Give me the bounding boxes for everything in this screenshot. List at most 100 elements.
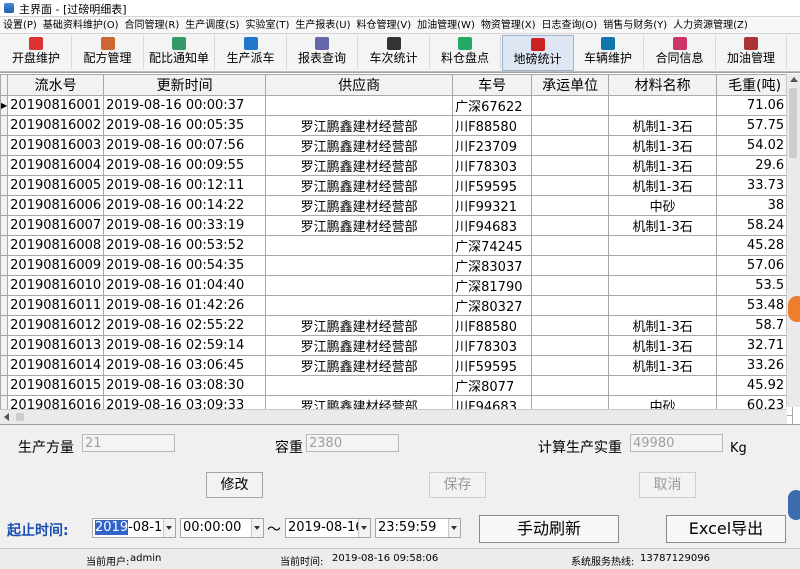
table-row[interactable]: 20190816010 2019-08-16 01:04:40 广深81790 53.… (0, 275, 794, 296)
table-cell[interactable]: 广深67622 (452, 95, 533, 116)
table-cell[interactable]: 2019-08-16 03:06:45 (103, 355, 267, 376)
table-cell[interactable] (531, 355, 610, 376)
table-row[interactable]: 20190816012 2019-08-16 02:55:22 罗江鹏鑫建材经营部川… (0, 315, 794, 336)
vertical-scrollbar[interactable] (786, 74, 800, 407)
table-cell[interactable]: 罗江鹏鑫建材经营部 (265, 115, 454, 136)
toolbar-button[interactable]: 车次统计 (359, 35, 430, 69)
prod-volume-field[interactable]: 21 (82, 434, 175, 452)
menu-item[interactable]: 合同管理(R) (122, 18, 183, 34)
table-cell[interactable]: 2019-08-16 00:07:56 (103, 135, 267, 156)
table-cell[interactable]: 川F94683 (452, 215, 533, 236)
table-cell[interactable] (531, 295, 610, 316)
menu-item[interactable]: 生产报表(U) (292, 18, 353, 34)
table-cell[interactable] (265, 255, 454, 276)
table-cell[interactable] (265, 95, 454, 116)
table-cell[interactable]: 广深74245 (452, 235, 533, 256)
table-cell[interactable]: 32.71 (716, 335, 794, 356)
table-row[interactable]: 20190816005 2019-08-16 00:12:11 罗江鹏鑫建材经营部川… (0, 175, 794, 196)
table-cell[interactable] (531, 315, 610, 336)
table-cell[interactable] (608, 375, 718, 396)
table-cell[interactable]: 广深8077 (452, 375, 533, 396)
table-cell[interactable]: 58.24 (716, 215, 794, 236)
table-cell[interactable]: 机制1-3石 (608, 135, 718, 156)
table-cell[interactable]: 2019-08-16 00:00:37 (103, 95, 267, 116)
column-header[interactable]: 毛重(吨) (716, 74, 794, 96)
toolbar-button[interactable]: 配比通知单 (144, 35, 215, 69)
table-row[interactable]: 20190816015 2019-08-16 03:08:30 广深8077 45.9… (0, 375, 794, 396)
table-cell[interactable]: 机制1-3石 (608, 355, 718, 376)
table-row[interactable]: 20190816009 2019-08-16 00:54:35 广深83037 57.… (0, 255, 794, 276)
table-cell[interactable]: 33.73 (716, 175, 794, 196)
table-cell[interactable]: 2019-08-16 00:05:35 (103, 115, 267, 136)
table-cell[interactable]: 广深81790 (452, 275, 533, 296)
table-cell[interactable]: 机制1-3石 (608, 215, 718, 236)
row-header[interactable] (0, 235, 9, 256)
row-header[interactable] (0, 175, 9, 196)
row-header[interactable] (0, 355, 9, 376)
table-cell[interactable]: 川F88580 (452, 115, 533, 136)
table-cell[interactable]: 川F23709 (452, 135, 533, 156)
table-cell[interactable]: 机制1-3石 (608, 175, 718, 196)
table-cell[interactable]: 川F78303 (452, 155, 533, 176)
menu-item[interactable]: 人力资源管理(Z) (670, 18, 751, 34)
toolbar-button[interactable]: 地磅统计 (501, 35, 574, 71)
table-cell[interactable]: 2019-08-16 00:33:19 (103, 215, 267, 236)
table-cell[interactable]: 罗江鹏鑫建材经营部 (265, 335, 454, 356)
floating-handle-icon[interactable] (788, 296, 800, 322)
menu-item[interactable]: 设置(P) (0, 18, 40, 34)
toolbar-button[interactable]: 车辆维护 (573, 35, 644, 69)
table-cell[interactable]: 2019-08-16 02:55:22 (103, 315, 267, 336)
table-cell[interactable]: 71.06 (716, 95, 794, 116)
scroll-up-icon[interactable] (790, 77, 798, 82)
table-row[interactable]: ▶ 20190816001 2019-08-16 00:00:37 广深67622 71… (0, 95, 794, 116)
toolbar-button[interactable]: 报表查询 (287, 35, 358, 69)
end-date-picker[interactable]: 2019-08-16 (285, 518, 371, 538)
table-cell[interactable]: 罗江鹏鑫建材经营部 (265, 195, 454, 216)
table-row[interactable]: 20190816007 2019-08-16 00:33:19 罗江鹏鑫建材经营部川… (0, 215, 794, 236)
table-cell[interactable]: 45.28 (716, 235, 794, 256)
table-cell[interactable]: 2019-08-16 01:42:26 (103, 295, 267, 316)
refresh-button[interactable]: 手动刷新 (479, 515, 619, 543)
table-cell[interactable]: 20190816007 (7, 215, 105, 236)
table-cell[interactable]: 罗江鹏鑫建材经营部 (265, 215, 454, 236)
row-header[interactable] (0, 275, 9, 296)
table-cell[interactable]: 川F99321 (452, 195, 533, 216)
table-cell[interactable]: 20190816014 (7, 355, 105, 376)
table-cell[interactable]: 广深80327 (452, 295, 533, 316)
table-cell[interactable] (265, 275, 454, 296)
toolbar-button[interactable]: 加油管理 (716, 35, 787, 69)
table-cell[interactable]: 20190816015 (7, 375, 105, 396)
table-cell[interactable]: 2019-08-16 02:59:14 (103, 335, 267, 356)
table-cell[interactable]: 20190816004 (7, 155, 105, 176)
table-cell[interactable] (531, 175, 610, 196)
table-cell[interactable] (608, 275, 718, 296)
time-spin-icon[interactable] (251, 519, 263, 537)
save-button[interactable]: 保存 (429, 472, 486, 498)
table-cell[interactable]: 川F59595 (452, 175, 533, 196)
table-cell[interactable]: 20190816008 (7, 235, 105, 256)
row-header[interactable] (0, 115, 9, 136)
table-cell[interactable]: 38 (716, 195, 794, 216)
horizontal-scrollbar[interactable] (0, 409, 787, 424)
table-cell[interactable]: 20190816009 (7, 255, 105, 276)
table-cell[interactable]: 20190816002 (7, 115, 105, 136)
table-row[interactable]: 20190816014 2019-08-16 03:06:45 罗江鹏鑫建材经营部川… (0, 355, 794, 376)
table-cell[interactable] (531, 275, 610, 296)
row-header[interactable] (0, 155, 9, 176)
table-cell[interactable]: 2019-08-16 00:54:35 (103, 255, 267, 276)
table-cell[interactable]: 20190816013 (7, 335, 105, 356)
menu-item[interactable]: 生产调度(S) (182, 18, 242, 34)
row-header[interactable] (0, 315, 9, 336)
start-date-picker[interactable]: 2019-08-16 (92, 518, 176, 538)
table-row[interactable]: 20190816006 2019-08-16 00:14:22 罗江鹏鑫建材经营部川… (0, 195, 794, 216)
cancel-button[interactable]: 取消 (639, 472, 696, 498)
excel-export-button[interactable]: Excel导出 (666, 515, 786, 543)
table-cell[interactable]: 机制1-3石 (608, 335, 718, 356)
row-header[interactable] (0, 215, 9, 236)
table-cell[interactable]: 20190816001 (7, 95, 105, 116)
table-cell[interactable]: 53.48 (716, 295, 794, 316)
table-cell[interactable]: 20190816006 (7, 195, 105, 216)
toolbar-button[interactable]: 生产派车 (216, 35, 287, 69)
table-cell[interactable]: 33.26 (716, 355, 794, 376)
hscroll-thumb[interactable] (16, 413, 24, 421)
